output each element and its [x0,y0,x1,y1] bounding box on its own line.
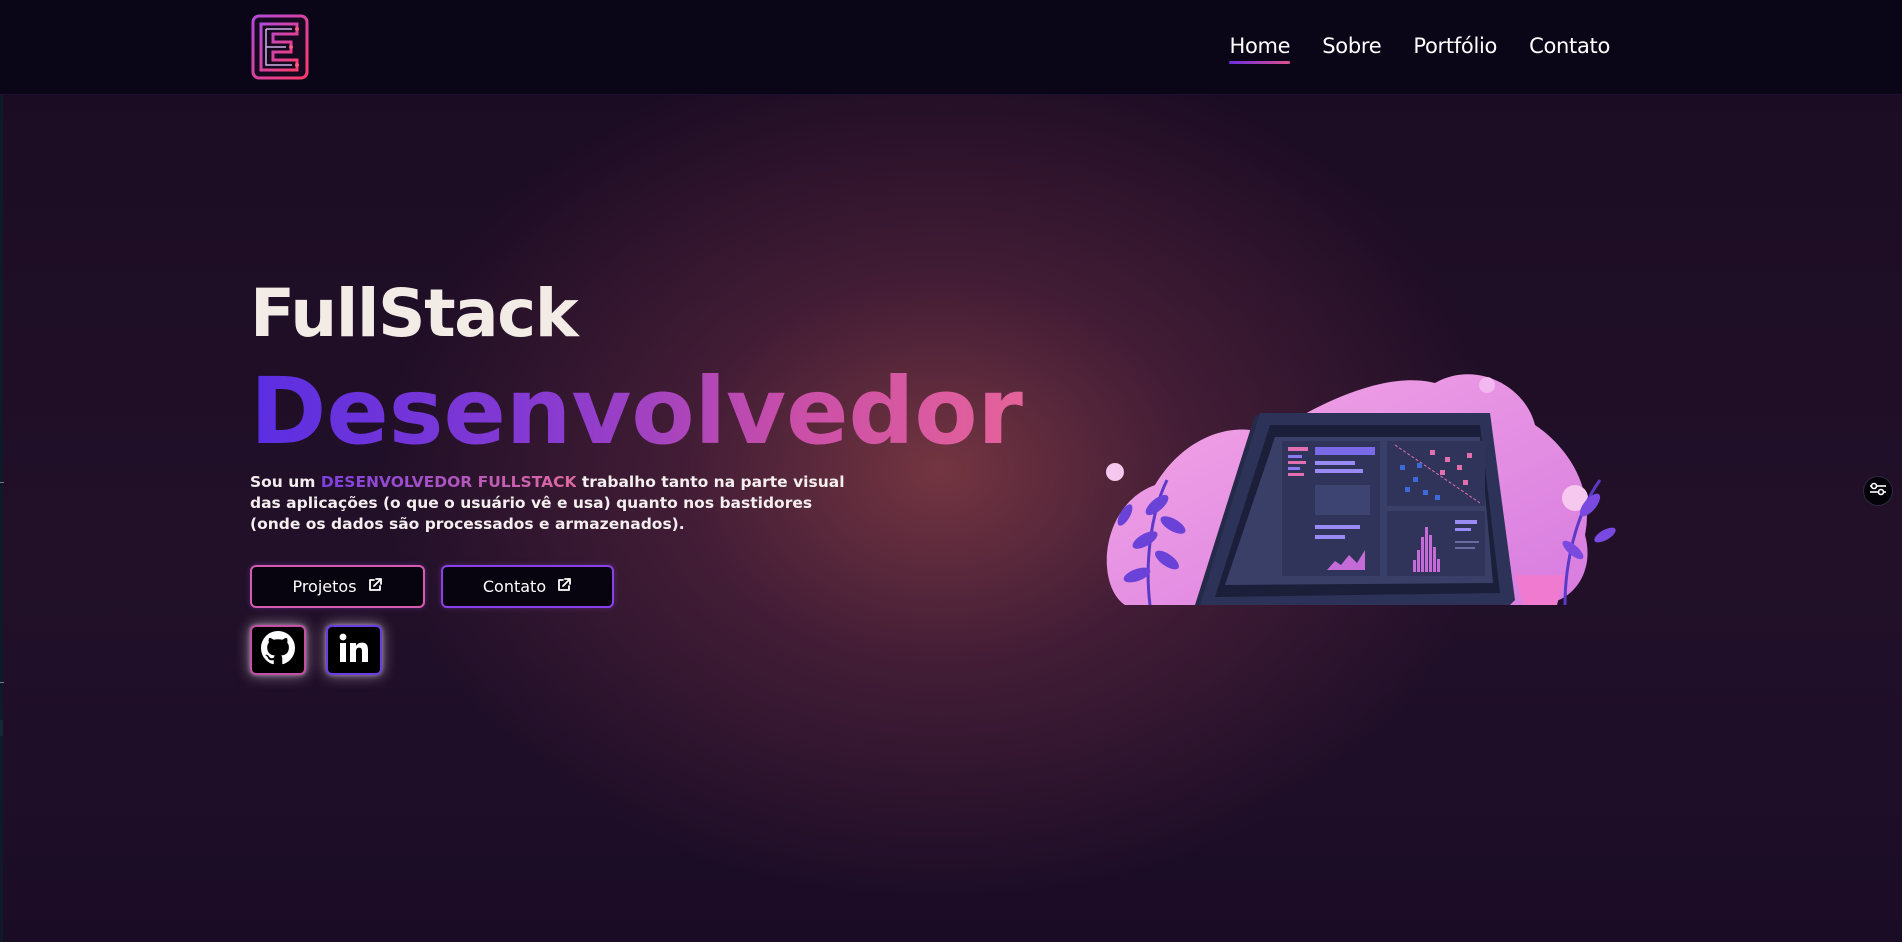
hero-title-desenvolvedor: Desenvolvedor [250,358,1023,465]
nav-contato[interactable]: Contato [1529,34,1610,64]
linkedin-button[interactable] [326,625,382,675]
main-nav: Home Sobre Portfólio Contato [1229,34,1610,64]
projetos-button-label: Projetos [292,577,357,596]
edge-mark [0,482,4,483]
settings-button[interactable] [1863,476,1893,506]
hero-title-fullstack: FullStack [250,275,579,352]
nav-home[interactable]: Home [1229,34,1291,64]
github-button[interactable] [250,625,306,675]
contato-button-label: Contato [482,577,547,596]
edge-mark [0,682,4,683]
projetos-button[interactable]: Projetos [250,565,425,608]
site-header: Home Sobre Portfólio Contato [0,0,1902,95]
edge-mark [0,720,3,736]
left-edge-strip [0,0,3,942]
external-link-icon [367,577,383,597]
github-icon [261,630,295,670]
logo-icon[interactable] [251,14,309,80]
external-link-icon [556,577,572,597]
intro-prefix: Sou um [250,473,321,491]
contato-button[interactable]: Contato [441,565,614,608]
linkedin-icon [338,632,370,669]
nav-portfolio[interactable]: Portfólio [1413,34,1497,64]
hero-intro: Sou um DESENVOLVEDOR FULLSTACK trabalho … [250,472,850,535]
settings-sliders-icon [1869,482,1887,501]
dashboard-illustration [1095,365,1620,606]
intro-highlight: DESENVOLVEDOR FULLSTACK [320,473,577,491]
nav-sobre[interactable]: Sobre [1322,34,1381,64]
